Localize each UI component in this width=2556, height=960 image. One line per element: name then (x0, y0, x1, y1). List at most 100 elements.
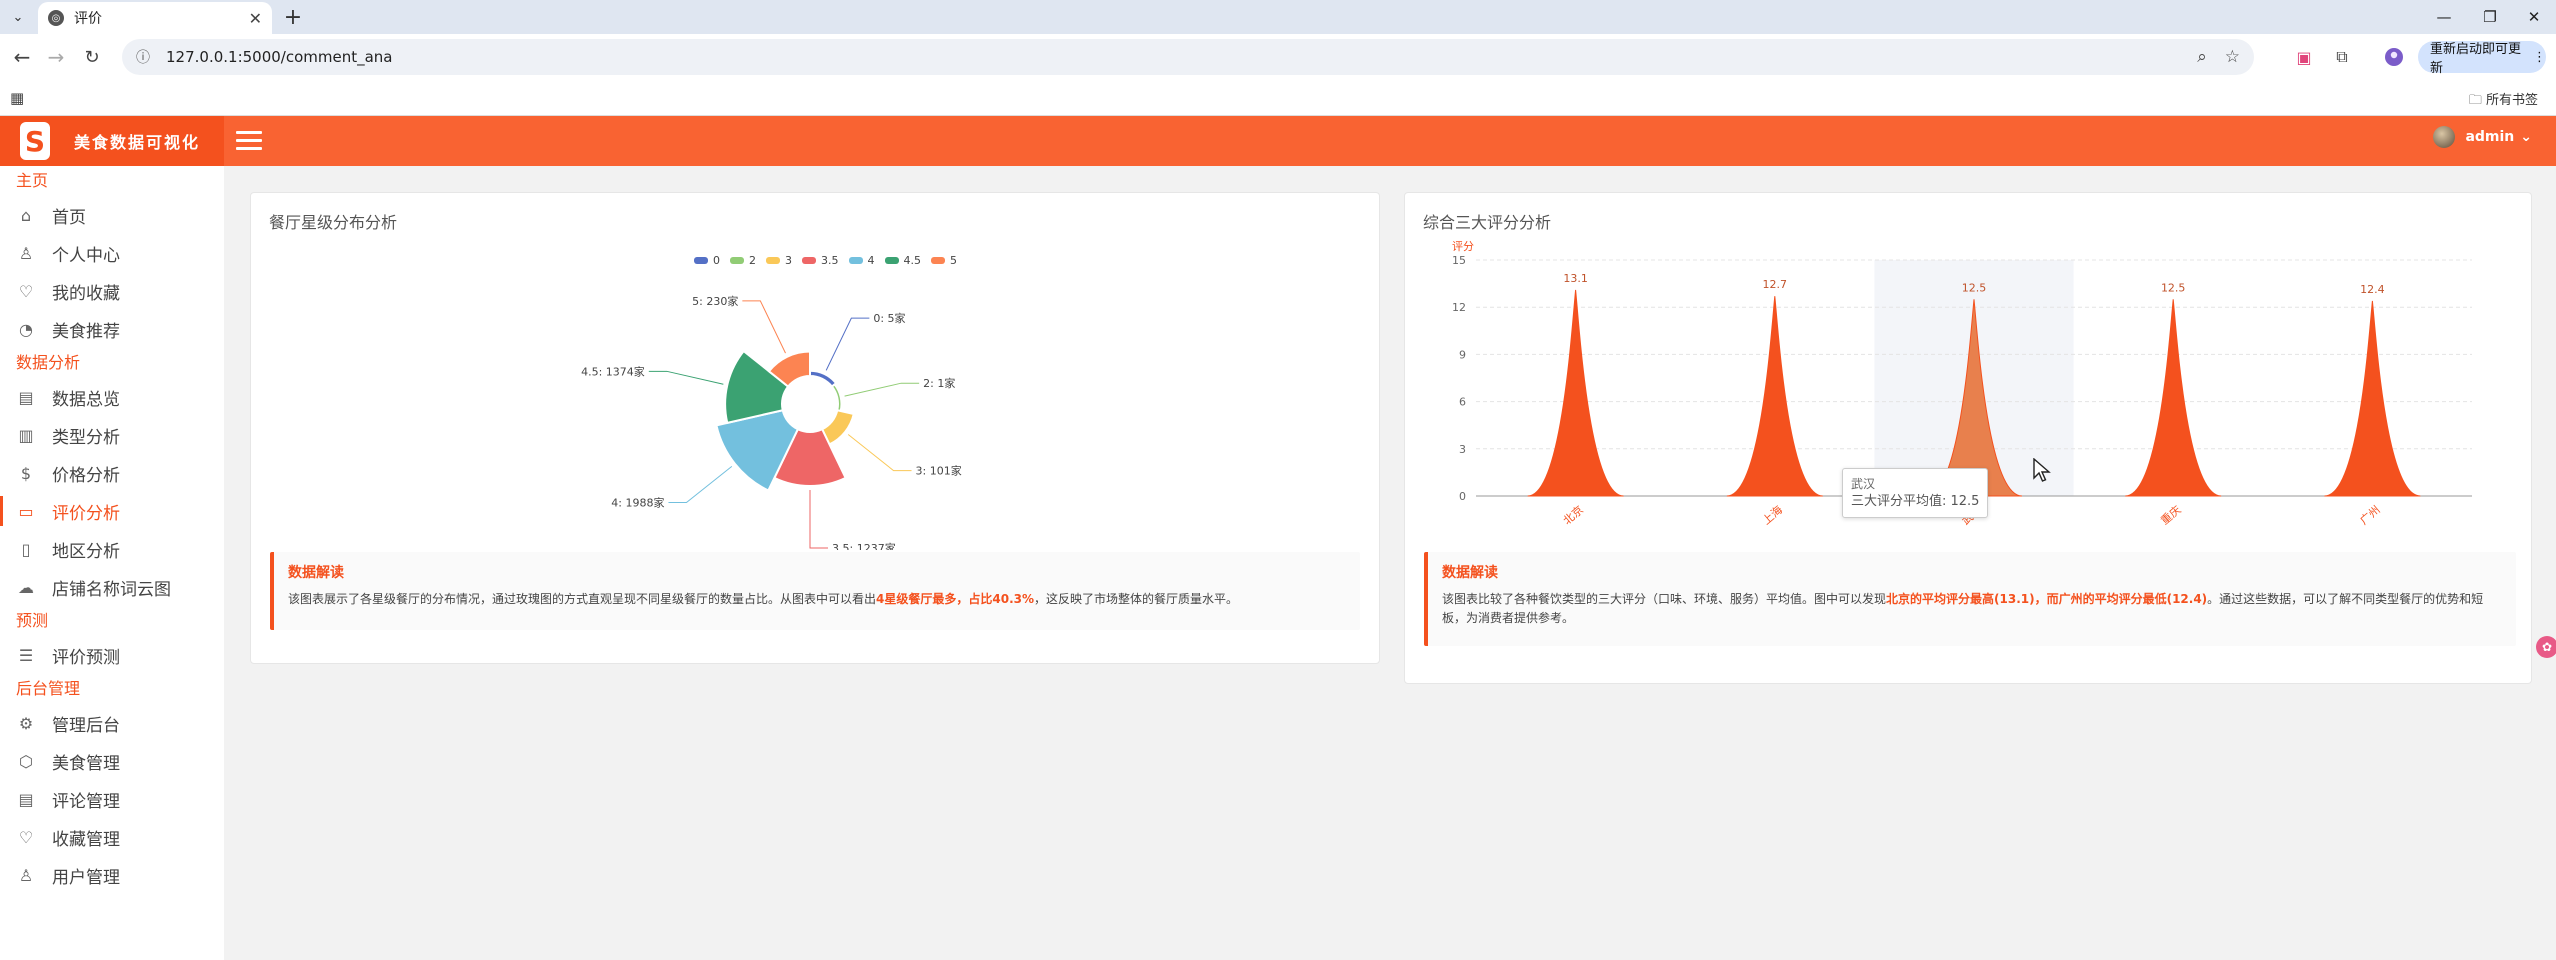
y-tick-label: 0 (1459, 490, 1466, 503)
sidebar-item[interactable]: ▭ 评价分析 (0, 492, 224, 530)
legend-label: 4.5 (903, 254, 922, 267)
forward-icon[interactable]: → (42, 43, 70, 71)
relaunch-update-button[interactable]: 重新启动即可更新 ⋮ (2418, 41, 2546, 76)
zoom-icon[interactable]: ⌕ (2197, 47, 2207, 67)
sidebar-item[interactable]: ♙ 用户管理 (0, 856, 224, 894)
sidebar-item[interactable]: ♡ 收藏管理 (0, 818, 224, 856)
puzzle-icon[interactable]: ⧉ (2330, 45, 2354, 69)
legend-swatch (802, 257, 816, 264)
sidebar-item[interactable]: $ 价格分析 (0, 454, 224, 492)
layout-icon: ▤ (18, 387, 34, 407)
site-info-icon[interactable]: ⓘ (136, 47, 156, 67)
back-icon[interactable]: ← (8, 43, 36, 71)
y-tick-label: 6 (1459, 396, 1466, 409)
label-leader-line (809, 490, 828, 549)
close-tab-icon[interactable]: ✕ (249, 9, 262, 28)
x-tick-label: 重庆 (2158, 503, 2184, 526)
update-label: 重新启动即可更新 (2430, 42, 2522, 76)
label-leader-line (742, 300, 786, 354)
app-title: 美食数据可视化 (74, 133, 201, 152)
apps-grid-icon[interactable]: ▦ (10, 89, 24, 107)
sidebar-item-label: 评论管理 (52, 791, 120, 812)
rose-data-label: 3: 101家 (916, 464, 962, 478)
address-bar[interactable]: ⓘ 127.0.0.1:5000/comment_ana ⌕ ☆ (122, 39, 2254, 75)
legend-item[interactable]: 5 (931, 254, 957, 267)
y-tick-label: 3 (1459, 443, 1466, 456)
sidebar-item[interactable]: ♙ 个人中心 (0, 234, 224, 272)
sidebar-item[interactable]: ⌂ 首页 (0, 196, 224, 234)
rose-data-label: 2: 1家 (923, 376, 955, 390)
comment-icon: ▭ (18, 501, 34, 521)
new-tab-icon[interactable]: + (280, 4, 306, 30)
sidebar-item-label: 地区分析 (52, 541, 120, 562)
minimize-icon[interactable]: — (2424, 4, 2464, 30)
rose-data-label: 0: 5家 (873, 311, 905, 325)
legend-item[interactable]: 2 (730, 254, 756, 267)
sidebar-item[interactable]: ▤ 数据总览 (0, 378, 224, 416)
profile-icon[interactable] (2382, 45, 2406, 69)
legend-item[interactable]: 4.5 (884, 254, 922, 267)
sidebar-item[interactable]: ▯ 地区分析 (0, 530, 224, 568)
score-area-mark[interactable] (1726, 296, 1823, 497)
x-tick-label: 广州 (2358, 503, 2383, 526)
menu-kebab-icon[interactable]: ⋮ (2533, 50, 2546, 65)
legend-label: 5 (950, 254, 957, 267)
browser-tab[interactable]: ◎ 评价 ✕ (38, 2, 272, 34)
interpretation-title: 数据解读 (288, 565, 344, 581)
data-label: 12.7 (1763, 278, 1788, 291)
rose-segment[interactable] (809, 369, 838, 388)
sidebar-item[interactable]: ▥ 类型分析 (0, 416, 224, 454)
sidebar-item[interactable]: ⚙ 管理后台 (0, 704, 224, 742)
legend-item[interactable]: 3 (766, 254, 792, 267)
label-leader-line (648, 370, 724, 385)
legend-item[interactable]: 3.5 (802, 254, 839, 267)
sidebar-item-label: 店铺名称词云图 (52, 579, 171, 600)
interpretation-text: 该图表展示了各星级餐厅的分布情况，通过玫瑰图的方式直观呈现不同星级餐厅的数量占比… (288, 592, 1239, 606)
chart-tooltip: 武汉 三大评分平均值: 12.5 (1842, 468, 1989, 518)
sidebar-item[interactable]: ◔ 美食推荐 (0, 310, 224, 348)
bookmark-star-icon[interactable]: ☆ (2225, 47, 2240, 67)
sidebar-item[interactable]: ☁ 店铺名称词云图 (0, 568, 224, 606)
sidebar-item-label: 收藏管理 (52, 829, 120, 850)
rose-legend: 0 2 3 3.5 4 4.5 5 (694, 254, 957, 267)
data-label: 13.1 (1563, 272, 1588, 285)
legend-swatch (730, 257, 744, 264)
rose-segment[interactable] (830, 382, 843, 413)
sidebar-item-label: 价格分析 (52, 465, 120, 486)
menu-toggle-icon[interactable] (236, 127, 262, 153)
mouse-cursor-icon (2033, 458, 2051, 482)
sidebar-item-label: 管理后台 (52, 715, 120, 736)
sidebar-item-label: 类型分析 (52, 427, 120, 448)
sidebar-item-label: 评价分析 (52, 503, 120, 524)
all-bookmarks[interactable]: 🗀 所有书签 (2469, 89, 2538, 113)
sidebar-item[interactable]: ☰ 评价预测 (0, 636, 224, 674)
legend-item[interactable]: 4 (848, 254, 875, 267)
score-area-mark[interactable] (1527, 289, 1624, 497)
sidebar-item[interactable]: ♡ 我的收藏 (0, 272, 224, 310)
close-window-icon[interactable]: ✕ (2514, 4, 2554, 30)
sidebar-item[interactable]: ⬡ 美食管理 (0, 742, 224, 780)
interpretation-highlight: 4星级餐厅最多，占比40.3% (876, 592, 1034, 606)
legend-item[interactable]: 0 (694, 254, 720, 267)
sidebar-item-label: 数据总览 (52, 389, 120, 410)
score-area-mark[interactable] (2324, 300, 2421, 497)
legend-label: 2 (749, 254, 756, 267)
sidebar-item[interactable]: ▤ 评论管理 (0, 780, 224, 818)
legend-label: 3 (785, 254, 792, 267)
sidebar-item-label: 个人中心 (52, 245, 120, 266)
score-area-mark[interactable] (2125, 299, 2222, 497)
tab-list-chevron-icon[interactable]: ⌄ (6, 5, 30, 29)
floating-assistant-icon[interactable]: ✿ (2536, 636, 2556, 658)
user-menu[interactable]: admin ⌄ (2433, 126, 2532, 148)
legend-swatch (931, 257, 945, 264)
heart-icon: ♡ (18, 281, 34, 301)
legend-label: 3.5 (821, 254, 839, 267)
url-text[interactable]: 127.0.0.1:5000/comment_ana (166, 48, 2179, 66)
label-leader-line (825, 317, 870, 371)
logo[interactable]: S 美食数据可视化 (0, 116, 224, 166)
label-leader-line (847, 434, 912, 472)
reload-icon[interactable]: ↻ (78, 43, 106, 71)
dollar-icon: $ (20, 463, 32, 483)
restore-icon[interactable]: ❐ (2470, 4, 2510, 30)
extension-icon[interactable]: ▣ (2292, 45, 2316, 69)
